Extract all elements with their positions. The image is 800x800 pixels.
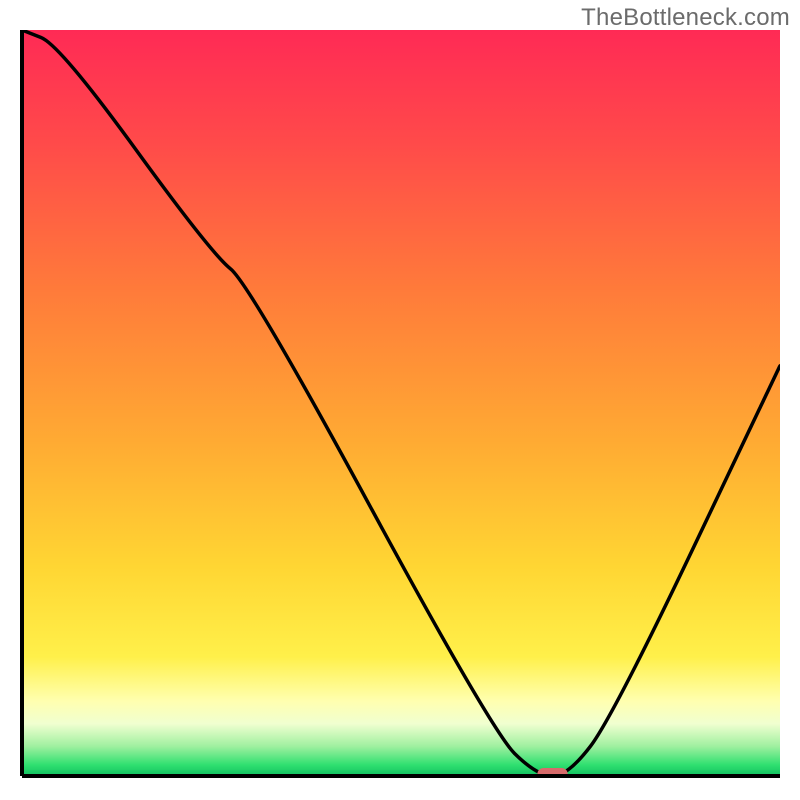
chart-container: { "watermark": "TheBottleneck.com", "cha… xyxy=(0,0,800,800)
bottleneck-chart xyxy=(0,0,800,800)
watermark-text: TheBottleneck.com xyxy=(581,4,790,32)
plot-background xyxy=(22,30,780,776)
